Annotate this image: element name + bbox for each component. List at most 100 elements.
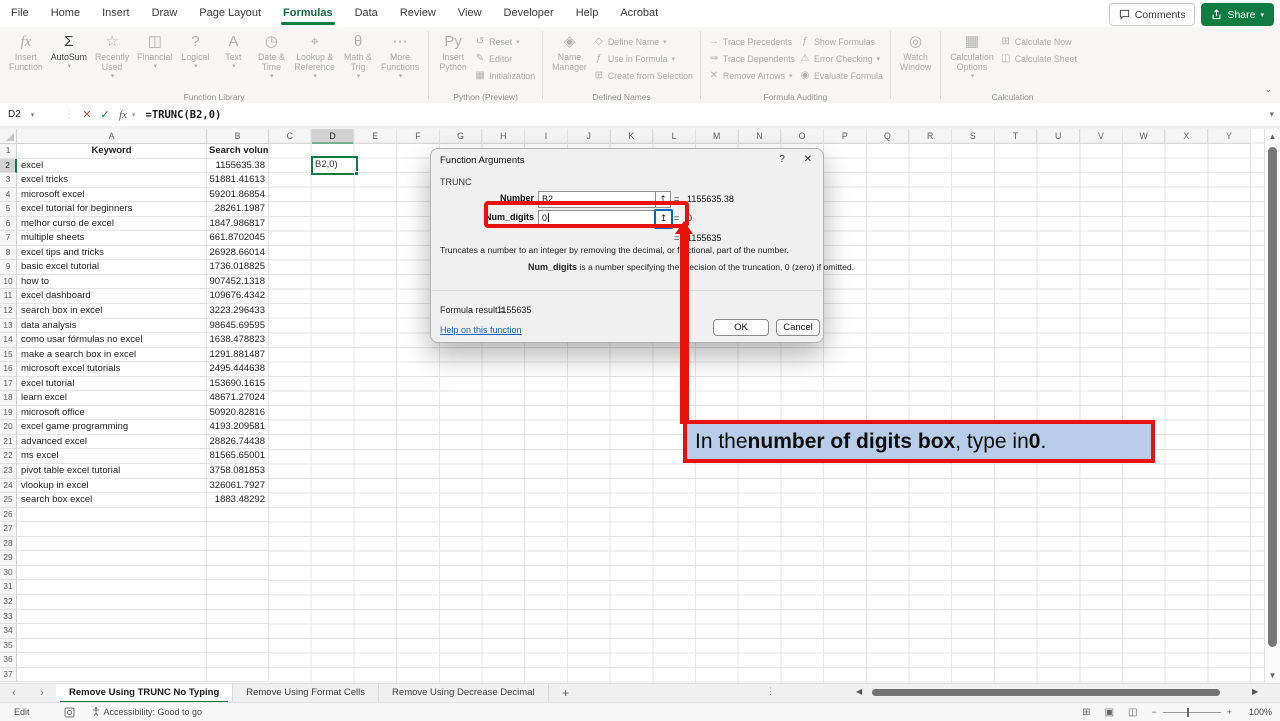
row-header-6[interactable]: 6 <box>0 217 17 232</box>
row-header-15[interactable]: 15 <box>0 348 17 363</box>
ribbon-tab-formulas[interactable]: Formulas <box>272 1 344 26</box>
cell-A9[interactable]: basic excel tutorial <box>17 260 207 275</box>
row-header-28[interactable]: 28 <box>0 537 17 552</box>
cell-A16[interactable]: microsoft excel tutorials <box>17 362 207 377</box>
cell-B10[interactable]: 907452.1318 <box>207 275 269 290</box>
cell-B14[interactable]: 1638.478823 <box>207 333 269 348</box>
cell-B11[interactable]: 109676.4342 <box>207 289 269 304</box>
cell-A3[interactable]: excel tricks <box>17 173 207 188</box>
ribbon-tab-draw[interactable]: Draw <box>141 1 189 26</box>
scroll-up-icon[interactable]: ▲ <box>1265 129 1280 144</box>
zoom-slider-thumb[interactable] <box>1187 708 1189 717</box>
cell-B31[interactable] <box>207 580 269 595</box>
row-header-10[interactable]: 10 <box>0 275 17 290</box>
column-header-K[interactable]: K <box>611 129 654 144</box>
column-header-L[interactable]: L <box>653 129 696 144</box>
cell-B35[interactable] <box>207 639 269 654</box>
logical-button[interactable]: ?Logical ▾ <box>176 30 214 74</box>
row-header-30[interactable]: 30 <box>0 566 17 581</box>
row-header-32[interactable]: 32 <box>0 595 17 610</box>
math-and-trig-button[interactable]: θMath & Trig ▾ <box>339 30 377 84</box>
column-header-U[interactable]: U <box>1037 129 1080 144</box>
column-header-W[interactable]: W <box>1123 129 1166 144</box>
horizontal-scrollbar[interactable] <box>868 687 1248 698</box>
cell-A18[interactable]: learn excel <box>17 391 207 406</box>
column-header-H[interactable]: H <box>482 129 525 144</box>
calculate-now-button[interactable]: ⊞Calculate Now <box>998 33 1079 50</box>
cell-A2[interactable]: excel <box>17 159 207 174</box>
row-header-9[interactable]: 9 <box>0 260 17 275</box>
cell-B34[interactable] <box>207 624 269 639</box>
column-header-N[interactable]: N <box>739 129 782 144</box>
use-in-formula-button[interactable]: ƒUse in Formula▾ <box>591 50 695 67</box>
date-and-time-button[interactable]: ◷Date & Time ▾ <box>252 30 290 84</box>
autosum-button[interactable]: ΣAutoSum ▾ <box>47 30 91 74</box>
cell-B19[interactable]: 50920.82816 <box>207 406 269 421</box>
create-from-selection-button[interactable]: ⊞Create from Selection <box>591 67 695 84</box>
row-header-35[interactable]: 35 <box>0 639 17 654</box>
column-header-Y[interactable]: Y <box>1208 129 1251 144</box>
row-header-33[interactable]: 33 <box>0 610 17 625</box>
cell-B30[interactable] <box>207 566 269 581</box>
row-header-26[interactable]: 26 <box>0 508 17 523</box>
cell-A34[interactable] <box>17 624 207 639</box>
text-button[interactable]: AText ▾ <box>214 30 252 74</box>
more-functions-button[interactable]: ⋯More Functions ▾ <box>377 30 423 84</box>
tab-splitter-handle-icon[interactable]: ⋮ <box>766 686 775 697</box>
fill-handle[interactable] <box>354 171 359 176</box>
ribbon-tab-developer[interactable]: Developer <box>493 1 565 26</box>
cell-A1[interactable]: Keyword <box>17 144 207 159</box>
dialog-close-icon[interactable]: ✕ <box>801 154 815 165</box>
sheet-tab-remove-using-format-cells[interactable]: Remove Using Format Cells <box>233 684 379 703</box>
cell-A31[interactable] <box>17 580 207 595</box>
cell-B9[interactable]: 1736.018825 <box>207 260 269 275</box>
row-header-14[interactable]: 14 <box>0 333 17 348</box>
cell-A24[interactable]: vlookup in excel <box>17 479 207 494</box>
calculate-sheet-button[interactable]: ◫Calculate Sheet <box>998 50 1079 67</box>
cancel-entry-icon[interactable]: ✕ <box>78 108 96 121</box>
cell-B32[interactable] <box>207 595 269 610</box>
cell-A17[interactable]: excel tutorial <box>17 377 207 392</box>
row-header-3[interactable]: 3 <box>0 173 17 188</box>
column-header-Q[interactable]: Q <box>867 129 910 144</box>
column-header-I[interactable]: I <box>525 129 568 144</box>
row-header-27[interactable]: 27 <box>0 522 17 537</box>
insert-function-icon[interactable]: fx <box>114 109 132 121</box>
row-header-17[interactable]: 17 <box>0 377 17 392</box>
column-header-T[interactable]: T <box>995 129 1038 144</box>
row-header-20[interactable]: 20 <box>0 420 17 435</box>
zoom-slider-track[interactable] <box>1163 712 1221 713</box>
ribbon-tab-data[interactable]: Data <box>344 1 389 26</box>
cell-A26[interactable] <box>17 508 207 523</box>
row-header-16[interactable]: 16 <box>0 362 17 377</box>
select-all-corner[interactable] <box>0 129 17 144</box>
cell-A22[interactable]: ms excel <box>17 449 207 464</box>
page-layout-view-icon[interactable]: ▣ <box>1105 707 1114 718</box>
row-header-34[interactable]: 34 <box>0 624 17 639</box>
cell-B6[interactable]: 1847.986817 <box>207 217 269 232</box>
column-header-G[interactable]: G <box>440 129 483 144</box>
enter-entry-icon[interactable]: ✓ <box>96 108 114 121</box>
cell-B24[interactable]: 326061.7927 <box>207 479 269 494</box>
expand-formula-bar-icon[interactable]: ▾ <box>1269 103 1274 126</box>
ribbon-tab-page-layout[interactable]: Page Layout <box>188 1 272 26</box>
comments-button[interactable]: Comments <box>1109 3 1196 26</box>
cell-A20[interactable]: excel game programming <box>17 420 207 435</box>
cell-A15[interactable]: make a search box in excel <box>17 348 207 363</box>
row-header-2[interactable]: 2 <box>0 159 17 174</box>
column-header-O[interactable]: O <box>781 129 824 144</box>
cell-B18[interactable]: 48671.27024 <box>207 391 269 406</box>
cell-B4[interactable]: 59201.86854 <box>207 188 269 203</box>
page-break-preview-icon[interactable]: ◫ <box>1128 707 1137 718</box>
cell-B8[interactable]: 26928.66014 <box>207 246 269 261</box>
cell-A36[interactable] <box>17 653 207 668</box>
dialog-help-button[interactable]: ? <box>775 154 789 165</box>
column-header-V[interactable]: V <box>1080 129 1123 144</box>
insert-function-button[interactable]: fxInsert Function <box>5 30 47 74</box>
sheet-tab-remove-using-decrease-decimal[interactable]: Remove Using Decrease Decimal <box>379 684 549 703</box>
cell-A33[interactable] <box>17 610 207 625</box>
share-button[interactable]: Share ▾ <box>1201 3 1274 26</box>
cell-A6[interactable]: melhor curso de excel <box>17 217 207 232</box>
formula-input[interactable]: =TRUNC(B2,0) <box>146 109 222 121</box>
cell-A12[interactable]: search box in excel <box>17 304 207 319</box>
